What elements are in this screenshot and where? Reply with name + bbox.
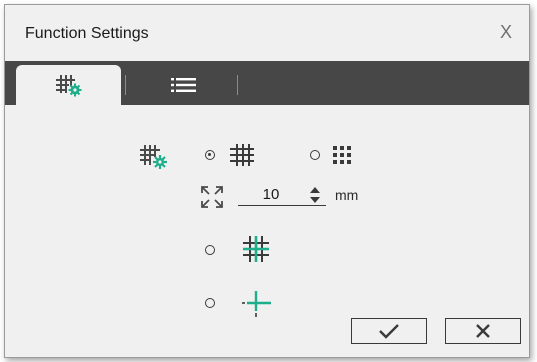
grid-lines-icon[interactable]	[229, 143, 255, 167]
grid-settings-icon	[55, 75, 81, 97]
tab-grid-settings[interactable]	[16, 65, 121, 105]
spin-arrows-icon[interactable]	[308, 186, 322, 204]
ok-button[interactable]	[351, 318, 427, 344]
grid-spacing-input[interactable]	[238, 184, 304, 204]
tab-bar	[5, 61, 529, 105]
grid-dots-radio[interactable]	[310, 150, 320, 160]
grid-settings-panel: mm	[5, 105, 529, 357]
grid-settings-icon	[140, 145, 167, 169]
expand-icon	[201, 186, 223, 208]
close-button[interactable]: X	[495, 21, 517, 43]
list-icon	[171, 78, 196, 92]
tab-separator	[125, 75, 126, 95]
cancel-button[interactable]	[445, 318, 521, 344]
grid-spacing-stepper[interactable]	[238, 184, 326, 206]
dialog-title: Function Settings	[25, 25, 149, 42]
grid-highlight-icon[interactable]	[241, 234, 271, 264]
crosshair-icon[interactable]	[239, 289, 273, 319]
grid-highlight-radio[interactable]	[205, 245, 215, 255]
checkmark-icon	[379, 324, 399, 339]
grid-spacing-unit: mm	[335, 187, 359, 203]
crosshair-radio[interactable]	[205, 298, 215, 308]
function-settings-dialog: Function Settings X 10 mm	[4, 4, 530, 358]
grid-lines-radio[interactable]	[205, 150, 215, 160]
tab-list[interactable]	[129, 65, 239, 105]
title-bar: Function Settings X	[5, 5, 529, 61]
grid-dots-icon[interactable]	[332, 145, 354, 165]
tab-separator	[237, 75, 238, 95]
x-icon	[476, 324, 490, 338]
